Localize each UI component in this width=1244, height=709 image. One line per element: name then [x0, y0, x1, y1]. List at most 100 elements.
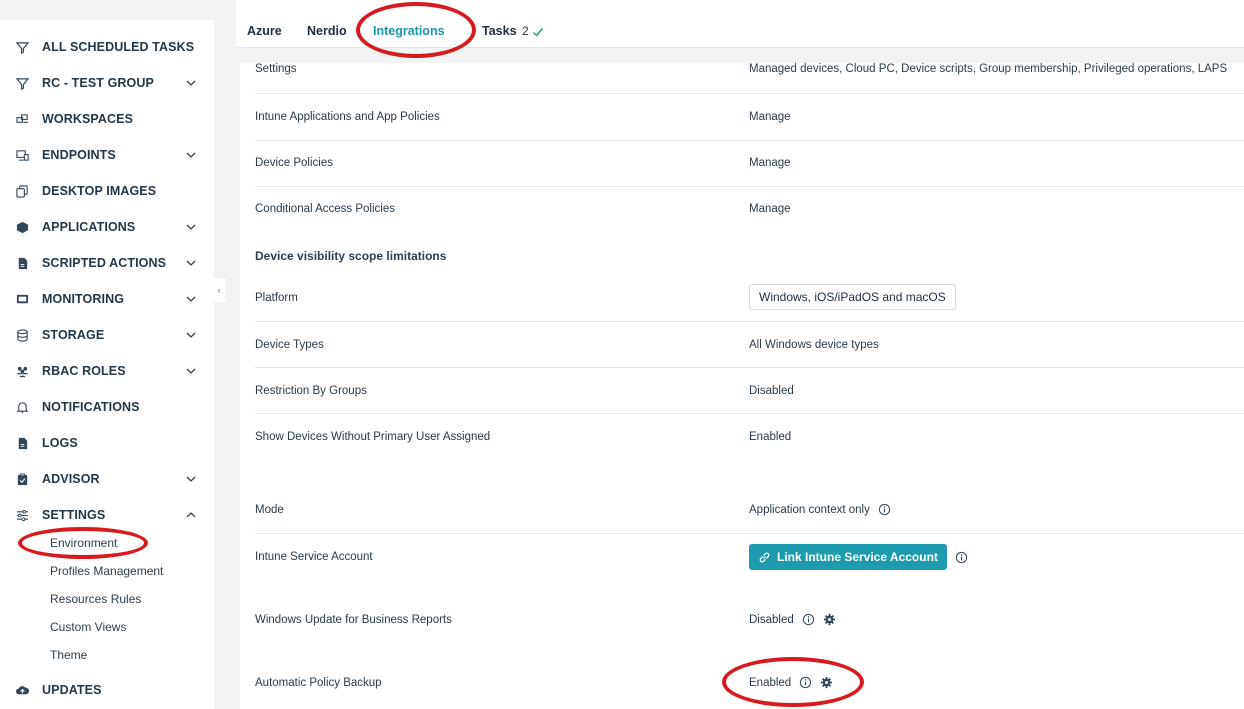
chevron-down-icon[interactable] [185, 473, 197, 485]
row-intune-service-account: Intune Service Account Link Intune Servi… [255, 534, 1244, 580]
nav-all-scheduled-tasks[interactable]: ALL SCHEDULED TASKS [0, 29, 214, 65]
platform-value-wrap: Windows, iOS/iPadOS and macOS [749, 284, 956, 310]
info-icon[interactable] [802, 613, 815, 626]
row-device-policies: Device Policies Manage [255, 141, 1244, 187]
workspaces-icon [15, 112, 29, 126]
check-icon [533, 28, 544, 37]
manage-link[interactable]: Manage [749, 203, 791, 215]
row-label: Conditional Access Policies [255, 203, 395, 215]
nav-updates[interactable]: UPDATES [0, 672, 214, 708]
tab-azure[interactable]: Azure [247, 24, 282, 38]
info-icon[interactable] [955, 551, 968, 564]
nav-endpoints[interactable]: ENDPOINTS [0, 137, 214, 173]
row-device-types: Device Types All Windows device types [255, 322, 1244, 368]
nav-label: RBAC ROLES [42, 364, 126, 378]
nav-rc-test-group[interactable]: RC - TEST GROUP [0, 65, 214, 101]
nav-settings[interactable]: SETTINGS [0, 497, 214, 533]
button-label: Link Intune Service Account [777, 550, 938, 564]
tab-tasks[interactable]: Tasks [482, 24, 517, 38]
chevron-down-icon[interactable] [185, 257, 197, 269]
row-value: Disabled [749, 385, 794, 397]
nav-advisor[interactable]: ADVISOR [0, 461, 214, 497]
info-icon[interactable] [799, 676, 812, 689]
manage-link[interactable]: Manage [749, 111, 791, 123]
row-value: All Windows device types [749, 339, 879, 351]
gear-icon[interactable] [823, 613, 836, 626]
nav-workspaces[interactable]: WORKSPACES [0, 101, 214, 137]
bell-icon [15, 400, 29, 414]
cloud-upload-icon [15, 683, 29, 697]
section-title: Device visibility scope limitations [255, 249, 447, 263]
sub-item-profiles-management[interactable]: Profiles Management [50, 564, 163, 578]
link-icon [759, 552, 770, 562]
nav-label: LOGS [42, 436, 78, 450]
row-value: Enabled [749, 431, 792, 443]
gear-icon[interactable] [820, 676, 833, 689]
nav-label: ADVISOR [42, 472, 100, 486]
sub-item-environment[interactable]: Environment [50, 536, 117, 550]
row-label: Automatic Policy Backup [255, 677, 382, 689]
nav-storage[interactable]: STORAGE [0, 317, 214, 353]
nav-applications[interactable]: APPLICATIONS [0, 209, 214, 245]
backup-value-wrap: Enabled [749, 676, 833, 689]
chevron-down-icon[interactable] [185, 365, 197, 377]
row-label: Restriction By Groups [255, 385, 367, 397]
cube-icon [15, 220, 29, 234]
row-label: Device Policies [255, 157, 333, 169]
mode-value-wrap: Application context only [749, 503, 891, 516]
chevron-up-icon[interactable] [185, 509, 197, 521]
nav-label: SCRIPTED ACTIONS [42, 256, 167, 270]
chevron-down-icon[interactable] [185, 329, 197, 341]
endpoints-icon [15, 148, 29, 162]
tasks-count: 2 [522, 24, 529, 38]
nav-notifications[interactable]: NOTIFICATIONS [0, 389, 214, 425]
nav-scripted-actions[interactable]: SCRIPTED ACTIONS [0, 245, 214, 281]
file-icon [15, 436, 29, 450]
row-conditional-access: Conditional Access Policies Manage [255, 187, 1244, 233]
database-icon [15, 328, 29, 342]
row-label: Intune Applications and App Policies [255, 111, 440, 123]
nav-label: RC - TEST GROUP [42, 76, 154, 90]
row-restriction-by-groups: Restriction By Groups Disabled [255, 368, 1244, 414]
users-icon [15, 364, 29, 378]
chevron-down-icon[interactable] [185, 149, 197, 161]
row-settings: Settings Managed devices, Cloud PC, Devi… [255, 63, 1244, 94]
nav-label: ENDPOINTS [42, 148, 116, 162]
sidebar-collapse-handle[interactable]: ‹ [213, 278, 225, 302]
filter-icon [15, 76, 29, 90]
sub-item-custom-views[interactable]: Custom Views [50, 620, 126, 634]
row-label: Settings [255, 63, 297, 75]
nav-label: MONITORING [42, 292, 125, 306]
nav-desktop-images[interactable]: DESKTOP IMAGES [0, 173, 214, 209]
nav-label: WORKSPACES [42, 112, 134, 126]
row-label: Mode [255, 504, 284, 516]
nav-label: DESKTOP IMAGES [42, 184, 157, 198]
nav-label: STORAGE [42, 328, 105, 342]
chevron-down-icon[interactable] [185, 221, 197, 233]
row-value: Enabled [749, 676, 792, 689]
file-icon [15, 256, 29, 270]
sub-item-theme[interactable]: Theme [50, 648, 87, 662]
chevron-down-icon[interactable] [185, 77, 197, 89]
tab-nerdio[interactable]: Nerdio [307, 24, 347, 38]
sidebar: ALL SCHEDULED TASKS RC - TEST GROUP WORK… [0, 20, 214, 709]
manage-link[interactable]: Manage [749, 157, 791, 169]
info-icon[interactable] [878, 503, 891, 516]
nav-logs[interactable]: LOGS [0, 425, 214, 461]
filter-icon [15, 40, 29, 54]
row-label: Platform [255, 292, 298, 304]
clipboard-icon [15, 472, 29, 486]
wufb-value-wrap: Disabled [749, 613, 836, 626]
service-account-wrap: Link Intune Service Account [749, 544, 968, 570]
platform-pill[interactable]: Windows, iOS/iPadOS and macOS [749, 284, 956, 310]
tab-integrations[interactable]: Integrations [373, 24, 445, 38]
sub-item-resources-rules[interactable]: Resources Rules [50, 592, 141, 606]
row-mode: Mode Application context only [255, 460, 1244, 534]
nav-rbac-roles[interactable]: RBAC ROLES [0, 353, 214, 389]
sliders-icon [15, 508, 29, 522]
link-intune-service-account-button[interactable]: Link Intune Service Account [749, 544, 947, 570]
chevron-down-icon[interactable] [185, 293, 197, 305]
tab-bar: Azure Nerdio Integrations Tasks 2 [236, 0, 1244, 48]
nav-monitoring[interactable]: MONITORING [0, 281, 214, 317]
row-value: Disabled [749, 613, 794, 626]
